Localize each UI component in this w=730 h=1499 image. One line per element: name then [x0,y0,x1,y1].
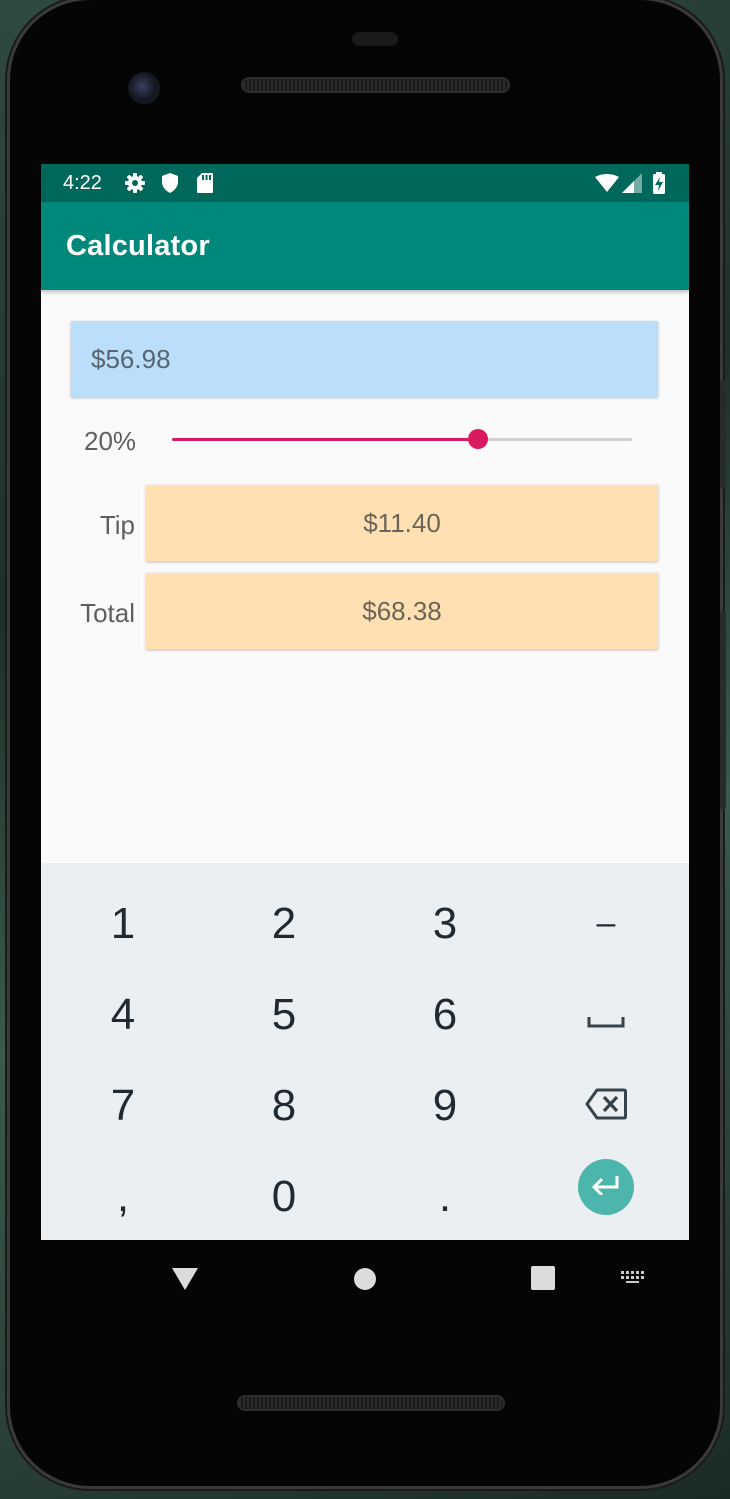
app-bar: Calculator [41,202,689,290]
key-7[interactable]: 7 [42,1060,204,1151]
top-speaker [241,77,510,93]
key-1[interactable]: 1 [42,878,204,969]
key-4[interactable]: 4 [42,969,204,1060]
gear-icon [124,172,146,200]
total-amount-output: $68.38 [146,573,658,649]
tip-amount-output: $11.40 [146,485,658,561]
sd-card-icon [196,172,214,200]
keyboard-switch-icon[interactable] [621,1271,647,1290]
total-label: Total [80,598,135,628]
key-minus[interactable]: – [525,878,687,969]
recents-icon[interactable] [531,1266,555,1295]
key-8[interactable]: 8 [203,1060,365,1151]
key-5[interactable]: 5 [203,969,365,1060]
tip-percent-slider[interactable] [172,428,632,452]
key-space[interactable] [525,969,687,1060]
key-3[interactable]: 3 [364,878,526,969]
tip-percent-label: 20% [84,426,137,456]
wifi-icon [595,174,619,198]
tip-label: Tip [99,510,135,540]
slider-fill [172,438,478,441]
back-icon[interactable] [171,1267,199,1296]
home-icon[interactable] [353,1267,377,1296]
key-9[interactable]: 9 [364,1060,526,1151]
bottom-speaker [237,1395,505,1411]
navigation-bar [10,1240,720,1316]
battery-charging-icon [652,172,666,200]
space-icon [587,990,625,1040]
power-button [720,380,726,488]
key-2[interactable]: 2 [203,878,365,969]
key-backspace[interactable] [525,1060,687,1151]
bill-amount-input[interactable]: $56.98 [71,321,658,397]
status-bar: 4:22 [41,164,689,202]
key-enter[interactable] [578,1159,634,1215]
key-6[interactable]: 6 [364,969,526,1060]
signal-icon [622,173,642,199]
app-title: Calculator [66,230,210,262]
key-period[interactable]: . [364,1151,526,1240]
key-comma[interactable]: , [42,1151,204,1240]
backspace-icon [585,1081,627,1131]
shield-icon [161,172,179,200]
numeric-keyboard: 1 2 3 – 4 5 6 7 8 9 , 0 . [41,863,689,1240]
status-time: 4:22 [63,172,102,194]
front-camera [128,72,160,104]
volume-button [720,610,726,810]
front-sensor [352,32,398,46]
enter-icon [591,1175,621,1200]
device-screen: 4:22 Calculator $56.98 20% Tip $11.40 To… [41,164,689,1240]
slider-thumb[interactable] [468,429,488,449]
key-0[interactable]: 0 [203,1151,365,1240]
